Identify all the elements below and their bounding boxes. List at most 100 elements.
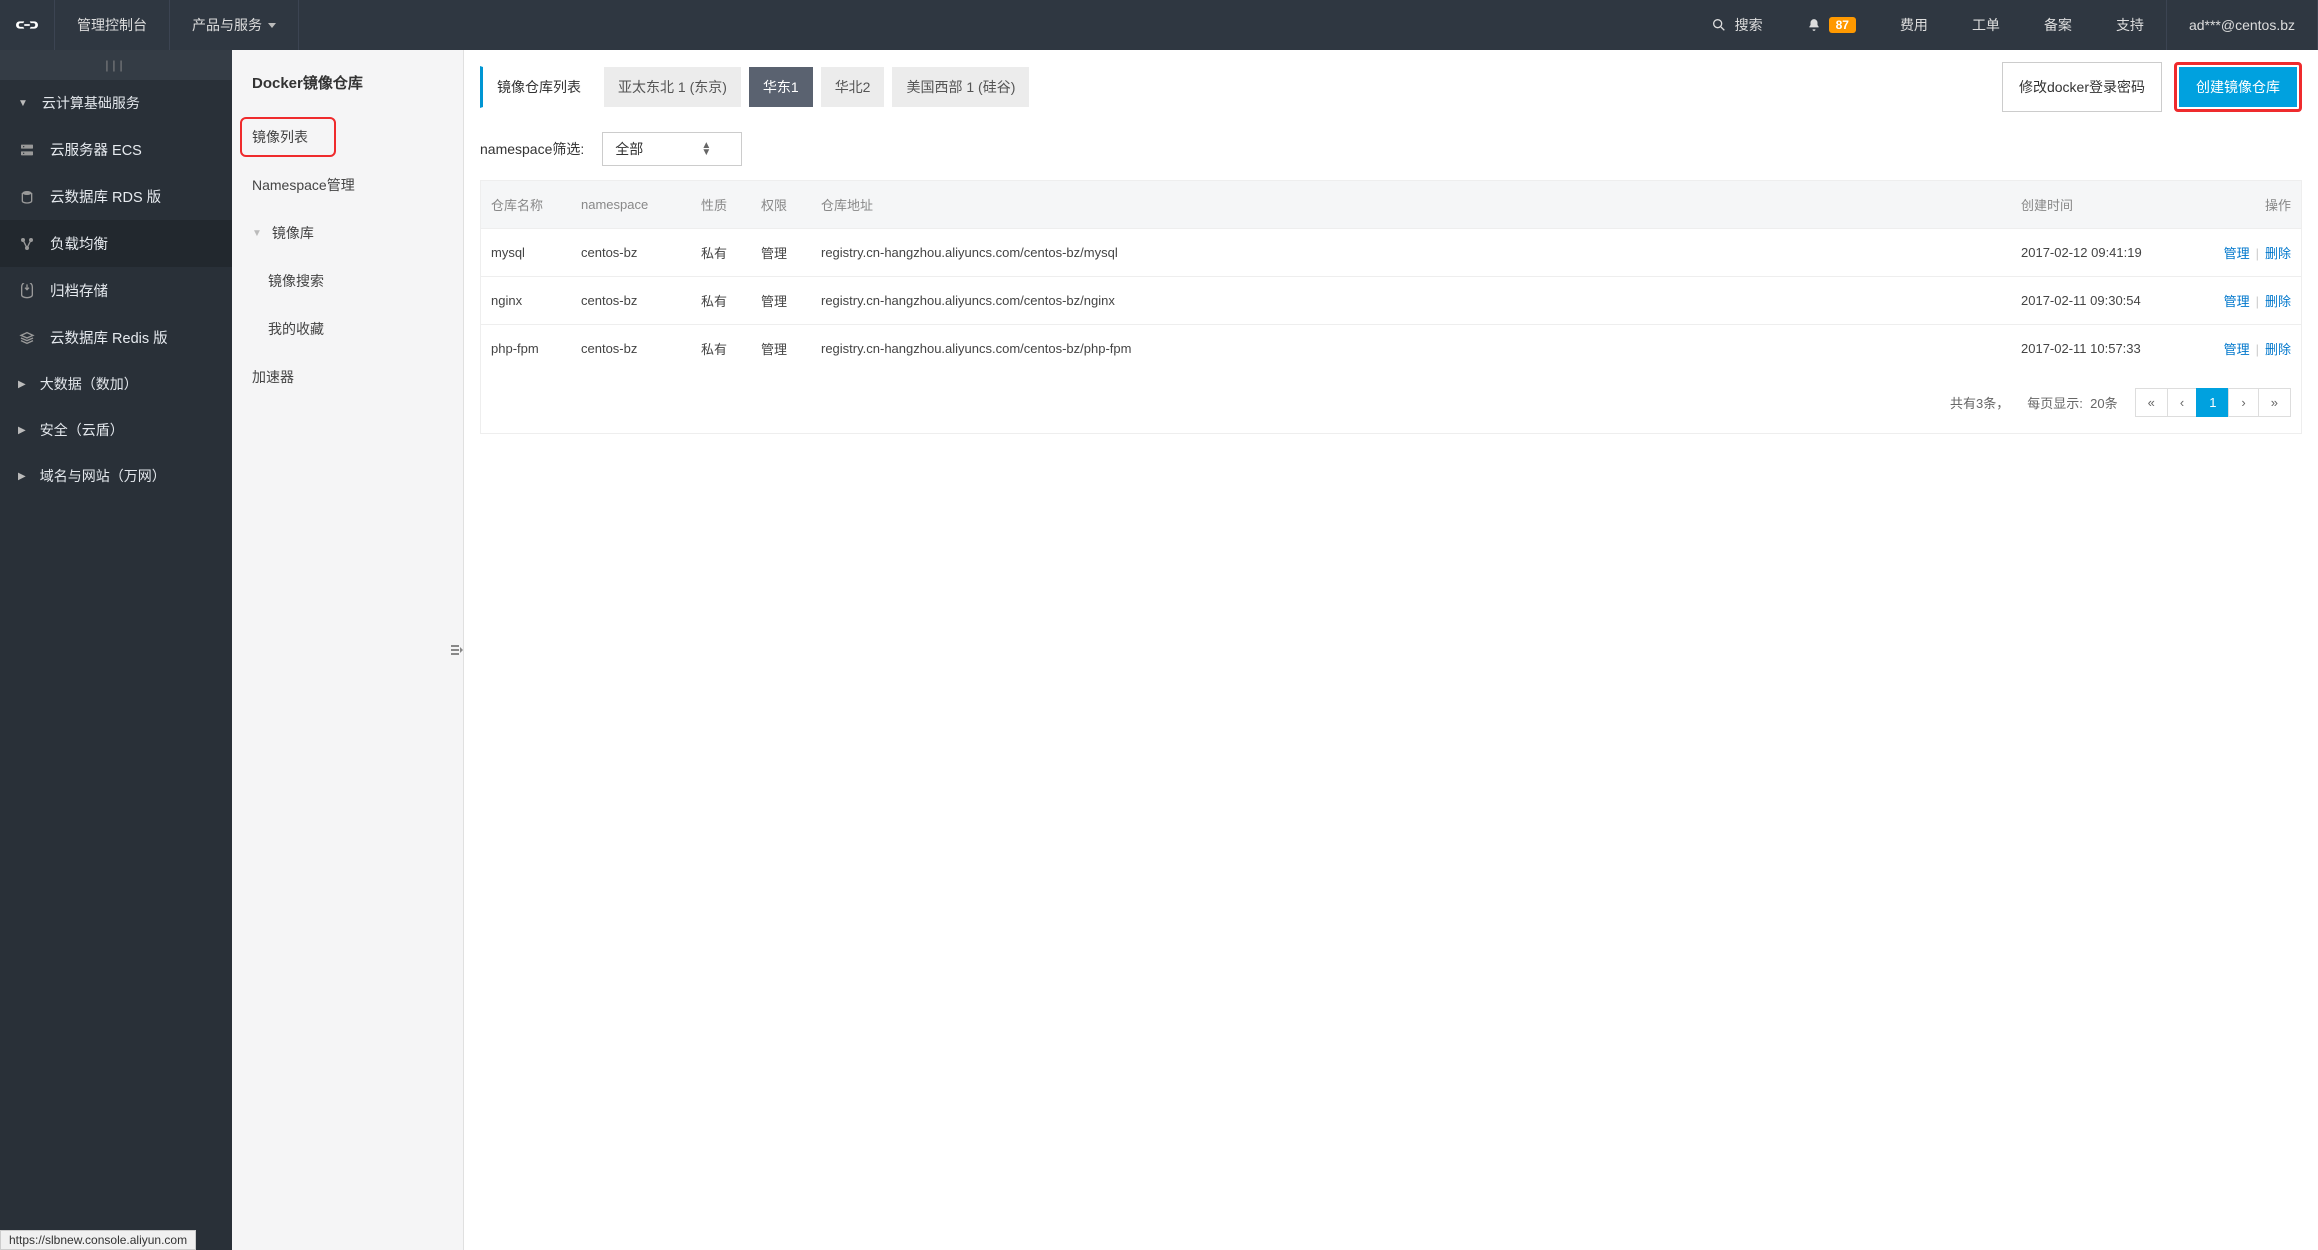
region-tab[interactable]: 亚太东北 1 (东京): [604, 67, 741, 107]
namespace-filter-select[interactable]: 全部 ▲▼: [602, 132, 742, 166]
console-home-link[interactable]: 管理控制台: [55, 0, 170, 50]
top-header: 管理控制台 产品与服务 搜索 87 费用 工单 备案 支持 ad***@cent…: [0, 0, 2318, 50]
sidebar-category[interactable]: ▶安全（云盾）: [0, 407, 232, 453]
sidebar-item-redis[interactable]: 云数据库 Redis 版: [0, 314, 232, 361]
cell-nature: 私有: [691, 229, 751, 276]
region-tab[interactable]: 美国西部 1 (硅谷): [892, 67, 1029, 107]
pager-buttons: « ‹ 1 › »: [2136, 388, 2291, 417]
expand-icon: [451, 643, 463, 657]
secondary-sidebar-title: Docker镜像仓库: [232, 50, 463, 113]
tabs-row: 镜像仓库列表 亚太东北 1 (东京)华东1华北2美国西部 1 (硅谷) 修改do…: [480, 62, 2302, 112]
sidebar-collapse-handle[interactable]: |||: [0, 50, 232, 80]
secondary-nav-item[interactable]: 加速器: [232, 353, 463, 401]
category-label: 大数据（数加）: [40, 374, 138, 394]
caret-down-icon: [268, 23, 276, 28]
cell-addr: registry.cn-hangzhou.aliyuncs.com/centos…: [811, 327, 2011, 370]
row-manage-link[interactable]: 管理: [2224, 246, 2250, 261]
secondary-nav-item[interactable]: 我的收藏: [232, 305, 463, 353]
pager-total: 共有3条，: [1950, 393, 2009, 412]
primary-sidebar: ||| ▼ 云计算基础服务 云服务器 ECS 云数据库 RDS 版负载均衡归档存储…: [0, 50, 232, 1250]
cell-ops: 管理|删除: [2191, 277, 2301, 324]
search-label: 搜索: [1735, 15, 1763, 35]
sidebar-item-db[interactable]: 云数据库 RDS 版: [0, 173, 232, 220]
pager-page-1[interactable]: 1: [2196, 388, 2229, 417]
secondary-nav-item[interactable]: 镜像列表: [232, 113, 463, 161]
col-namespace: namespace: [571, 183, 691, 226]
user-menu[interactable]: ad***@centos.bz: [2166, 0, 2318, 50]
nav-item-label: 镜像库: [272, 223, 314, 243]
separator: |: [2256, 342, 2259, 357]
cell-name: php-fpm: [481, 327, 571, 370]
pager-next[interactable]: ›: [2228, 388, 2258, 417]
create-repo-button[interactable]: 创建镜像仓库: [2179, 67, 2297, 107]
lb-icon: [18, 236, 36, 252]
cell-time: 2017-02-12 09:41:19: [2011, 231, 2191, 274]
header-spacer: [299, 0, 1689, 50]
filter-label: namespace筛选:: [480, 139, 584, 159]
secondary-nav-item[interactable]: 镜像搜索: [232, 257, 463, 305]
change-docker-password-button[interactable]: 修改docker登录密码: [2002, 62, 2162, 112]
nav-support[interactable]: 支持: [2094, 0, 2166, 50]
nav-billing[interactable]: 费用: [1878, 0, 1950, 50]
sidebar-category[interactable]: ▶ 域名与网站（万网）: [0, 453, 232, 499]
filter-row: namespace筛选: 全部 ▲▼: [480, 132, 2302, 166]
category-label: 云计算基础服务: [42, 93, 140, 113]
pager-perpage: 20条: [2090, 396, 2117, 411]
notifications[interactable]: 87: [1785, 0, 1878, 50]
sidebar-category[interactable]: ▶大数据（数加）: [0, 361, 232, 407]
cell-ops: 管理|删除: [2191, 229, 2301, 276]
sidebar-item-archive[interactable]: 归档存储: [0, 267, 232, 314]
sidebar-item-label: 归档存储: [50, 280, 108, 301]
row-delete-link[interactable]: 删除: [2265, 342, 2291, 357]
caret-right-icon: ▶: [18, 471, 26, 482]
nav-icp[interactable]: 备案: [2022, 0, 2094, 50]
brand-logo[interactable]: [0, 0, 55, 50]
tab-repo-list[interactable]: 镜像仓库列表: [480, 66, 596, 108]
region-tab[interactable]: 华北2: [821, 67, 885, 107]
cell-perm: 管理: [751, 229, 811, 276]
pager-last[interactable]: »: [2258, 388, 2291, 417]
cell-nature: 私有: [691, 277, 751, 324]
pager-prev[interactable]: ‹: [2167, 388, 2197, 417]
nav-item-label: Namespace管理: [252, 175, 355, 195]
nav-item-label: 镜像搜索: [268, 271, 324, 291]
row-manage-link[interactable]: 管理: [2224, 342, 2250, 357]
sidebar-item-server[interactable]: 云服务器 ECS: [0, 126, 232, 173]
category-label: 域名与网站（万网）: [40, 466, 166, 486]
products-menu[interactable]: 产品与服务: [170, 0, 299, 50]
sidebar-item-label: 云数据库 Redis 版: [50, 327, 168, 348]
row-delete-link[interactable]: 删除: [2265, 246, 2291, 261]
col-ops: 操作: [2191, 181, 2301, 228]
table-row: nginxcentos-bz私有管理registry.cn-hangzhou.a…: [481, 276, 2301, 324]
sidebar-item-lb[interactable]: 负载均衡: [0, 220, 232, 267]
archive-icon: [18, 283, 36, 299]
nav-item-label: 镜像列表: [252, 127, 308, 147]
region-tab[interactable]: 华东1: [749, 67, 813, 107]
cell-nature: 私有: [691, 325, 751, 372]
cell-time: 2017-02-11 09:30:54: [2011, 279, 2191, 322]
sidebar-expand-handle[interactable]: [450, 630, 464, 670]
sidebar-item-label: 云数据库 RDS 版: [50, 186, 161, 207]
secondary-nav-item[interactable]: ▼镜像库: [232, 209, 463, 257]
redis-icon: [18, 330, 36, 346]
row-delete-link[interactable]: 删除: [2265, 294, 2291, 309]
select-value: 全部: [615, 139, 643, 159]
nav-tickets[interactable]: 工单: [1950, 0, 2022, 50]
search-trigger[interactable]: 搜索: [1689, 0, 1785, 50]
caret-right-icon: ▶: [18, 425, 26, 436]
tabs: 镜像仓库列表 亚太东北 1 (东京)华东1华北2美国西部 1 (硅谷): [480, 66, 1029, 108]
pagination: 共有3条， 每页显示: 20条 « ‹ 1 › »: [481, 372, 2301, 433]
col-nature: 性质: [691, 181, 751, 228]
pager-perpage-label: 每页显示:: [2027, 396, 2083, 411]
secondary-nav-item[interactable]: Namespace管理: [232, 161, 463, 209]
main-content: 镜像仓库列表 亚太东北 1 (东京)华东1华北2美国西部 1 (硅谷) 修改do…: [464, 50, 2318, 1250]
col-addr: 仓库地址: [811, 181, 2011, 228]
row-manage-link[interactable]: 管理: [2224, 294, 2250, 309]
nav-item-label: 我的收藏: [268, 319, 324, 339]
cell-perm: 管理: [751, 277, 811, 324]
cell-namespace: centos-bz: [571, 231, 691, 274]
pager-first[interactable]: «: [2135, 388, 2168, 417]
sidebar-item-label: 负载均衡: [50, 233, 108, 254]
col-perm: 权限: [751, 181, 811, 228]
sidebar-category-cloud[interactable]: ▼ 云计算基础服务: [0, 80, 232, 126]
